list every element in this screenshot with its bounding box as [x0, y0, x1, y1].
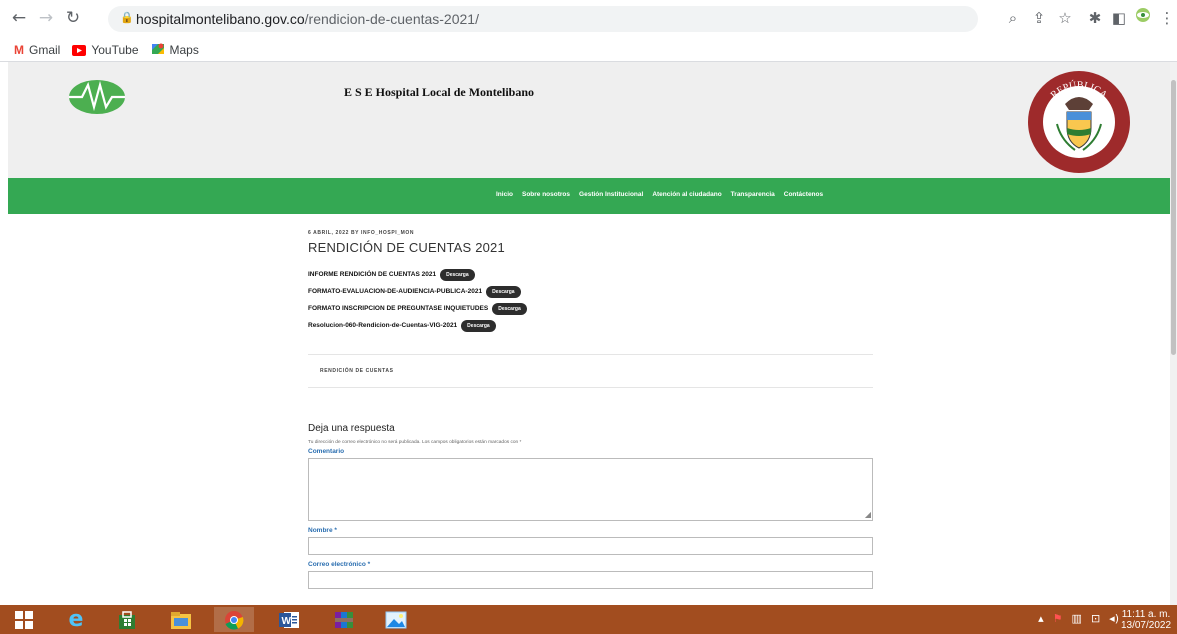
email-label: Correo electrónico *	[308, 561, 371, 568]
word-icon[interactable]: W	[269, 607, 309, 632]
nav-item-contactenos[interactable]: Contáctenos	[784, 191, 823, 198]
internet-explorer-icon[interactable]: e	[56, 607, 96, 632]
resize-grip-icon[interactable]: ◢	[865, 511, 871, 519]
profile-icon[interactable]	[1132, 7, 1154, 29]
site-header: E S E Hospital Local de Montelibano REPÚ…	[8, 62, 1170, 178]
maps-icon	[151, 42, 165, 59]
address-bar[interactable]: 🔒 hospitalmontelibano.gov.co/rendicion-d…	[108, 6, 978, 32]
url-text[interactable]: hospitalmontelibano.gov.co/rendicion-de-…	[136, 11, 479, 27]
svg-text:W: W	[282, 616, 292, 627]
email-field[interactable]	[308, 571, 873, 589]
clock-date: 13/07/2022	[1120, 620, 1172, 631]
document-name: INFORME RENDICIÓN DE CUENTAS 2021	[308, 271, 437, 278]
list-item: Resolucion-060-Rendicion-de-Cuentas-VIG-…	[308, 317, 873, 334]
extensions-icon[interactable]: ✱	[1084, 7, 1106, 29]
reply-form: Deja una respuesta Tu dirección de corre…	[308, 423, 873, 589]
nav-item-sobre-nosotros[interactable]: Sobre nosotros	[522, 191, 570, 198]
comment-field[interactable]: ◢	[308, 458, 873, 521]
nav-item-gestion-institucional[interactable]: Gestión Institucional	[579, 191, 643, 198]
document-name: FORMATO INSCRIPCION DE PREGUNTASE INQUIE…	[308, 305, 489, 312]
category-box: RENDICIÓN DE CUENTAS	[308, 354, 873, 388]
category-link[interactable]: RENDICIÓN DE CUENTAS	[320, 368, 394, 374]
colombia-seal-logo: REPÚBLICA DE COLOMBIA	[1027, 70, 1131, 174]
reply-note: Tu dirección de correo electrónico no se…	[308, 440, 522, 445]
bookmark-gmail[interactable]: M Gmail	[14, 43, 60, 57]
windows-taskbar: e W ▴ ⚑ ▥ ⊡ ◂) 11:11 a. m. 13/07/2022	[0, 605, 1177, 634]
bookmarks-bar: M Gmail YouTube Maps	[14, 41, 199, 59]
document-name: Resolucion-060-Rendicion-de-Cuentas-VIG-…	[308, 322, 458, 329]
nav-item-transparencia[interactable]: Transparencia	[731, 191, 775, 198]
gmail-icon: M	[14, 43, 24, 57]
store-icon[interactable]	[107, 607, 147, 632]
hospital-logo[interactable]	[68, 79, 126, 115]
system-tray: ▴ ⚑ ▥ ⊡ ◂)	[1038, 612, 1119, 625]
file-explorer-icon[interactable]	[161, 607, 201, 632]
page-scrollbar[interactable]	[1170, 62, 1177, 605]
post-content: 6 ABRIL, 2022 BY INFO_HOSPI_MON RENDICIÓ…	[308, 230, 873, 589]
main-navigation: Inicio Sobre nosotros Gestión Institucio…	[8, 178, 1170, 214]
reload-icon[interactable]: ↻	[62, 7, 84, 29]
download-button[interactable]: Descarga	[492, 302, 527, 315]
menu-icon[interactable]: ⋮	[1156, 7, 1177, 29]
lock-icon[interactable]: 🔒	[120, 11, 134, 24]
youtube-icon	[72, 44, 87, 56]
name-label: Nombre *	[308, 527, 337, 534]
name-field[interactable]	[308, 537, 873, 555]
download-button[interactable]: Descarga	[440, 268, 475, 281]
page-title: RENDICIÓN DE CUENTAS 2021	[308, 240, 505, 255]
bookmark-maps[interactable]: Maps	[151, 42, 199, 59]
arrow-right-icon[interactable]: →	[35, 7, 57, 29]
scrollbar-thumb[interactable]	[1171, 80, 1176, 355]
winrar-icon[interactable]	[324, 607, 364, 632]
list-item: INFORME RENDICIÓN DE CUENTAS 2021 Descar…	[308, 266, 873, 283]
download-button[interactable]: Descarga	[461, 319, 496, 332]
arrow-left-icon[interactable]: ←	[8, 7, 30, 29]
windows-start-icon[interactable]	[4, 607, 44, 632]
network-icon[interactable]: ▥	[1072, 612, 1082, 625]
reply-heading: Deja una respuesta	[308, 423, 395, 434]
display-icon[interactable]: ⊡	[1091, 612, 1100, 625]
chevron-up-icon[interactable]: ▴	[1038, 612, 1044, 625]
photos-icon[interactable]	[376, 607, 416, 632]
document-name: FORMATO-EVALUACION-DE-AUDIENCIA-PUBLICA-…	[308, 288, 483, 295]
post-meta: 6 ABRIL, 2022 BY INFO_HOSPI_MON	[308, 230, 415, 236]
star-icon[interactable]: ☆	[1054, 7, 1076, 29]
browser-chrome: ← → ↻ 🔒 hospitalmontelibano.gov.co/rendi…	[0, 0, 1177, 62]
taskbar-clock[interactable]: 11:11 a. m. 13/07/2022	[1115, 609, 1177, 631]
zoom-icon[interactable]: ⌕	[1002, 7, 1024, 29]
side-panel-icon[interactable]: ◧	[1108, 7, 1130, 29]
page-viewport: E S E Hospital Local de Montelibano REPÚ…	[8, 62, 1170, 605]
flag-icon[interactable]: ⚑	[1053, 612, 1063, 625]
nav-item-atencion-ciudadano[interactable]: Atención al ciudadano	[652, 191, 721, 198]
document-list: INFORME RENDICIÓN DE CUENTAS 2021 Descar…	[308, 266, 873, 334]
bookmark-youtube[interactable]: YouTube	[72, 43, 139, 57]
list-item: FORMATO INSCRIPCION DE PREGUNTASE INQUIE…	[308, 300, 873, 317]
list-item: FORMATO-EVALUACION-DE-AUDIENCIA-PUBLICA-…	[308, 283, 873, 300]
clock-time: 11:11 a. m.	[1121, 609, 1171, 620]
site-title[interactable]: E S E Hospital Local de Montelibano	[344, 85, 534, 100]
comment-label: Comentario	[308, 448, 345, 455]
download-button[interactable]: Descarga	[486, 285, 521, 298]
share-icon[interactable]: ⇪	[1028, 7, 1050, 29]
chrome-icon[interactable]	[214, 607, 254, 632]
nav-item-inicio[interactable]: Inicio	[496, 191, 513, 198]
